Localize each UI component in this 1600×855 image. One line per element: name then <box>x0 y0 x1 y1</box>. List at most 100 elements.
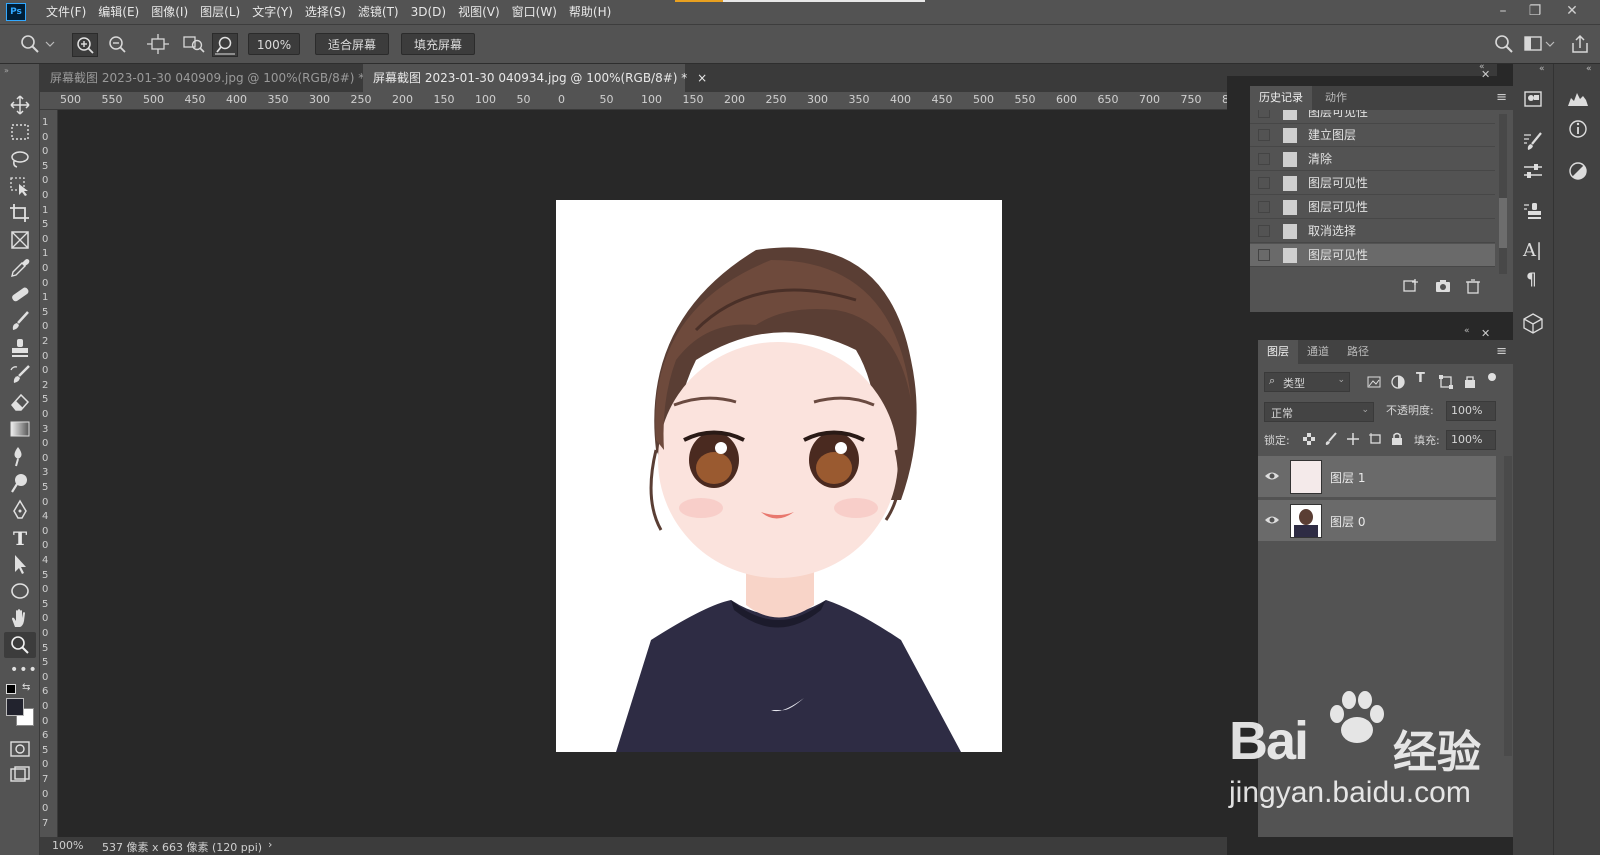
type-tool-icon[interactable]: T <box>8 526 32 548</box>
healing-brush-tool-icon[interactable] <box>8 283 32 305</box>
layers-panel-collapse-icon[interactable]: « <box>1464 326 1470 336</box>
pen-tool-icon[interactable] <box>8 499 32 521</box>
filter-toggle-icon[interactable] <box>1488 373 1496 381</box>
history-scroll-thumb[interactable] <box>1499 198 1507 248</box>
object-selection-tool-icon[interactable] <box>8 175 32 197</box>
doc-tab-1[interactable]: 屏幕截图 2023-01-30 040909.jpg @ 100%(RGB/8#… <box>40 64 384 92</box>
workspace-chevron-icon[interactable] <box>1544 33 1556 55</box>
history-item[interactable]: 取消选择 <box>1250 220 1495 243</box>
foreground-color-swatch[interactable] <box>6 698 24 716</box>
zoom-in-mode-button[interactable] <box>72 33 98 57</box>
share-icon[interactable] <box>1568 33 1592 55</box>
menu-help[interactable]: 帮助(H) <box>563 0 617 24</box>
strip-collapse-icon[interactable]: « <box>1539 64 1545 74</box>
blend-mode-dropdown[interactable]: 正常 ⌄ <box>1264 402 1374 422</box>
clone-stamp-tool-icon[interactable] <box>8 337 32 359</box>
eye-visibility-icon[interactable] <box>1264 470 1280 482</box>
zoom-percent-field[interactable]: 100% <box>248 33 300 55</box>
menu-3d[interactable]: 3D(D) <box>405 0 452 24</box>
tab-channels[interactable]: 通道 <box>1298 340 1338 364</box>
crop-tool-icon[interactable] <box>8 202 32 224</box>
menu-type[interactable]: 文字(Y) <box>246 0 299 24</box>
path-selection-tool-icon[interactable] <box>8 553 32 575</box>
history-source-checkbox[interactable] <box>1258 129 1270 141</box>
frame-tool-icon[interactable] <box>8 229 32 251</box>
strip2-collapse-icon[interactable]: « <box>1586 64 1592 74</box>
history-item-current[interactable]: 图层可见性 <box>1250 244 1495 267</box>
info-icon[interactable] <box>1566 118 1590 140</box>
toolbar-collapse-icon[interactable]: » <box>4 66 9 75</box>
workspace-icon[interactable] <box>1522 33 1546 55</box>
zoom-tool-icon[interactable] <box>18 33 42 55</box>
zoom-tool-button[interactable] <box>4 632 36 658</box>
paragraph-icon[interactable]: ¶ <box>1526 270 1537 290</box>
layer-row-0[interactable]: 图层 0 <box>1258 500 1496 542</box>
menu-select[interactable]: 选择(S) <box>299 0 352 24</box>
zoom-out-icon[interactable] <box>105 33 129 55</box>
resize-windows-icon[interactable] <box>146 33 170 55</box>
restore-button[interactable]: ❐ <box>1520 0 1550 24</box>
filter-pixel-icon[interactable] <box>1366 374 1382 390</box>
status-menu-arrow[interactable]: › <box>268 838 272 851</box>
hand-tool-icon[interactable] <box>8 607 32 629</box>
fill-screen-button[interactable]: 填充屏幕 <box>401 33 475 55</box>
menu-filter[interactable]: 滤镜(T) <box>352 0 405 24</box>
more-tools-icon[interactable]: ••• <box>10 662 38 678</box>
tab-history[interactable]: 历史记录 <box>1250 86 1312 110</box>
trash-icon[interactable] <box>1464 278 1482 294</box>
tab-actions[interactable]: 动作 <box>1316 86 1356 110</box>
menu-window[interactable]: 窗口(W) <box>506 0 563 24</box>
layer-name[interactable]: 图层 0 <box>1330 513 1365 530</box>
history-source-checkbox[interactable] <box>1258 153 1270 165</box>
histogram-icon[interactable] <box>1566 88 1590 110</box>
swap-colors-icon[interactable]: ⇆ <box>22 682 30 693</box>
chevron-down-icon[interactable] <box>44 33 56 55</box>
close-button[interactable]: ✕ <box>1557 0 1587 24</box>
history-source-checkbox[interactable] <box>1258 225 1270 237</box>
adjust-sliders-icon[interactable] <box>1521 160 1545 182</box>
history-source-checkbox[interactable] <box>1258 249 1270 261</box>
3d-cube-icon[interactable] <box>1521 312 1545 334</box>
menu-edit[interactable]: 编辑(E) <box>92 0 145 24</box>
doc-tab-2-close-icon[interactable]: × <box>697 71 707 85</box>
tab-layers[interactable]: 图层 <box>1258 340 1298 364</box>
blur-tool-icon[interactable] <box>8 445 32 467</box>
layer-filter-dropdown[interactable]: ⌕ 类型 ⌄ <box>1264 372 1350 392</box>
history-item[interactable]: 图层可见性 <box>1250 196 1495 219</box>
minimize-button[interactable]: – <box>1488 0 1518 24</box>
menu-file[interactable]: 文件(F) <box>40 0 92 24</box>
clone-source-icon[interactable] <box>1521 200 1545 222</box>
layers-panel-menu-icon[interactable]: ≡ <box>1496 344 1507 359</box>
history-brush-tool-icon[interactable] <box>8 364 32 386</box>
menu-view[interactable]: 视图(V) <box>452 0 506 24</box>
character-icon[interactable]: A| <box>1523 240 1542 261</box>
fill-field[interactable]: 100% <box>1446 430 1496 450</box>
lock-transparent-icon[interactable] <box>1302 432 1316 446</box>
screen-mode-icon[interactable] <box>8 764 32 786</box>
fit-screen-button[interactable]: 适合屏幕 <box>315 33 389 55</box>
filter-type-icon[interactable]: T <box>1416 371 1425 386</box>
gradient-tool-icon[interactable] <box>8 418 32 440</box>
app-logo[interactable]: Ps <box>6 3 26 21</box>
document-image[interactable] <box>556 200 1002 752</box>
status-zoom[interactable]: 100% <box>52 839 83 852</box>
search-icon[interactable] <box>1492 33 1516 55</box>
camera-icon[interactable] <box>1434 278 1452 294</box>
history-scrollbar[interactable] <box>1499 114 1507 274</box>
brush-tool-icon[interactable] <box>8 310 32 332</box>
marquee-tool-icon[interactable] <box>8 121 32 143</box>
scrubby-zoom-button[interactable] <box>212 33 238 57</box>
lock-position-icon[interactable] <box>1346 432 1360 446</box>
horizontal-ruler[interactable]: 500 550 500 450 400 350 300 250 200 150 100 50 0 50 10… <box>40 92 1227 110</box>
layer-name[interactable]: 图层 1 <box>1330 469 1365 486</box>
menu-image[interactable]: 图像(I) <box>145 0 194 24</box>
history-panel-menu-icon[interactable]: ≡ <box>1496 90 1507 105</box>
history-panel-close-icon[interactable]: ✕ <box>1481 68 1490 81</box>
lasso-tool-icon[interactable] <box>8 148 32 170</box>
brush-settings-icon[interactable] <box>1521 130 1545 152</box>
layers-panel-close-icon[interactable]: ✕ <box>1481 327 1490 340</box>
filter-smart-object-icon[interactable] <box>1462 374 1478 390</box>
new-document-from-state-icon[interactable] <box>1402 278 1420 294</box>
history-item[interactable]: 建立图层 <box>1250 124 1495 147</box>
filter-adjustment-icon[interactable] <box>1390 374 1406 390</box>
